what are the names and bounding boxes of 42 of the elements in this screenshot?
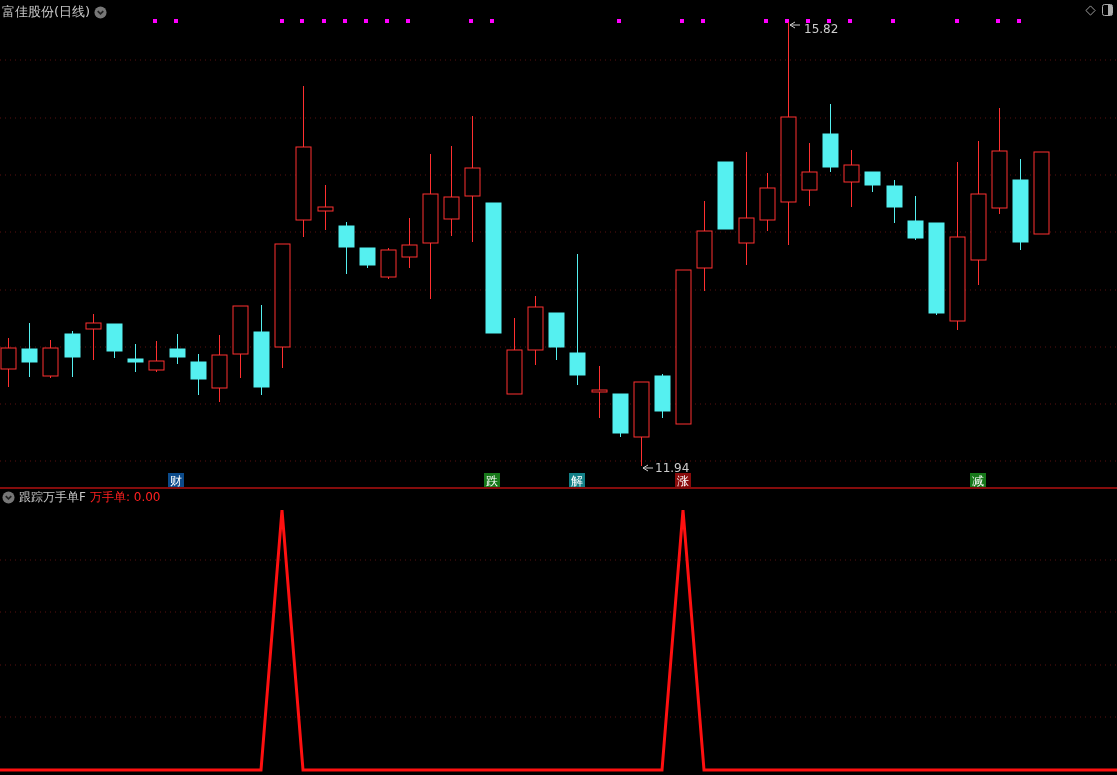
candle xyxy=(127,343,144,373)
candle xyxy=(864,171,881,193)
candle xyxy=(822,103,839,173)
candle xyxy=(317,184,334,231)
candle xyxy=(843,149,860,208)
candle xyxy=(190,353,207,396)
candle xyxy=(64,330,81,378)
candle xyxy=(85,313,102,361)
candle xyxy=(654,373,671,419)
low-price-label: 11.94 xyxy=(642,461,690,475)
marker-label: 跌 xyxy=(486,474,498,488)
candle xyxy=(148,340,165,373)
chart-title: 富佳股份(日线) xyxy=(2,3,91,21)
candle xyxy=(591,365,608,419)
marker-label: 财 xyxy=(170,474,182,488)
candle xyxy=(759,172,776,232)
candle xyxy=(717,161,734,230)
candle xyxy=(21,322,38,378)
candle xyxy=(338,221,355,275)
candle xyxy=(211,334,228,403)
panel-icon[interactable] xyxy=(1102,4,1113,16)
candle xyxy=(548,312,565,361)
candle xyxy=(886,179,903,224)
candle xyxy=(612,393,629,438)
candle xyxy=(527,295,544,366)
dropdown-icon[interactable] xyxy=(2,491,15,504)
candle xyxy=(380,247,397,280)
dropdown-icon[interactable] xyxy=(94,5,108,19)
indicator-reading: 万手单: 0.00 xyxy=(89,489,161,506)
candle xyxy=(42,339,59,379)
indicator-name: 跟踪万手单F xyxy=(19,489,86,506)
candle xyxy=(106,323,123,359)
high-price-label: 15.82 xyxy=(789,21,839,36)
candle xyxy=(801,142,818,207)
marker-label: 减 xyxy=(972,474,984,488)
diamond-icon[interactable] xyxy=(1085,4,1096,16)
candle xyxy=(401,217,418,269)
marker-label: 涨 xyxy=(677,474,689,488)
marker-label: 解 xyxy=(571,474,583,488)
candle xyxy=(907,195,924,241)
candle xyxy=(359,247,376,269)
candle xyxy=(169,333,186,365)
